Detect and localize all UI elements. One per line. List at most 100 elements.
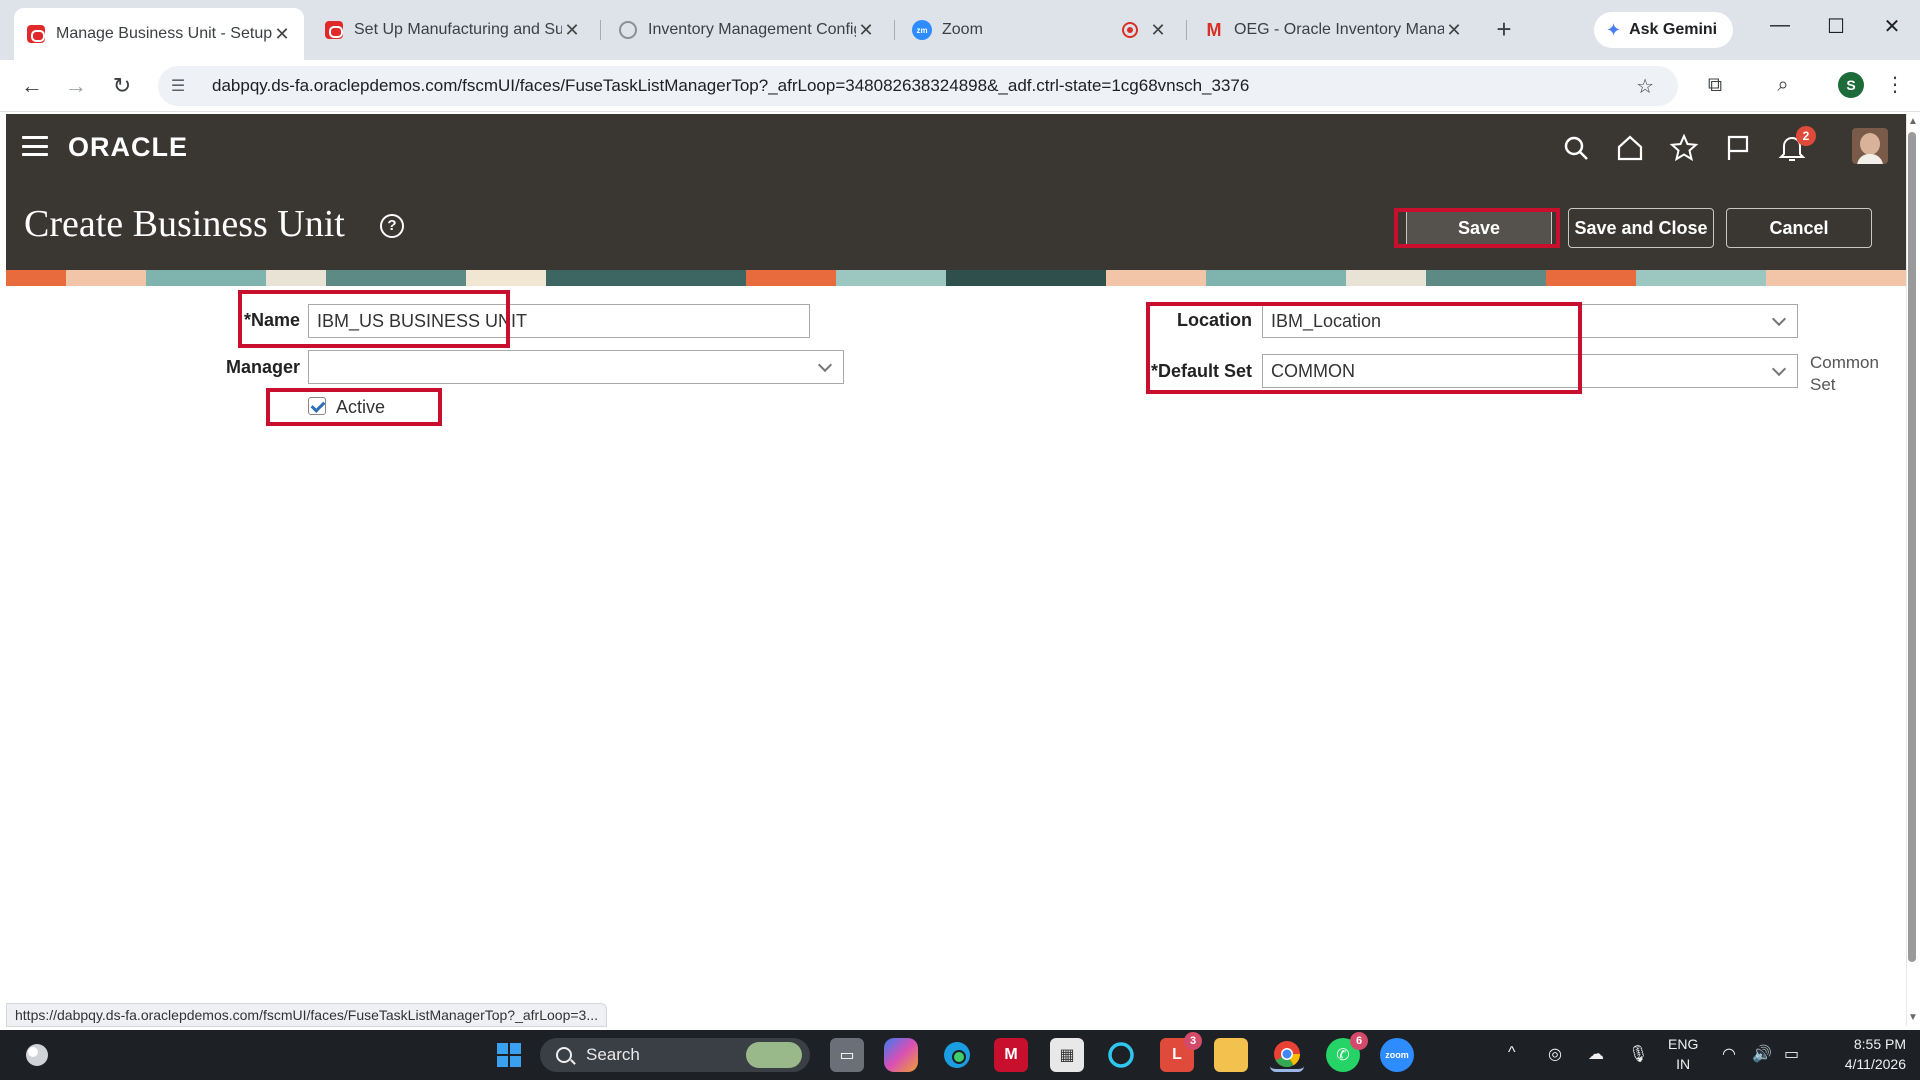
user-avatar[interactable] [1852,128,1888,164]
tab-separator [894,20,895,40]
file-explorer-icon[interactable] [1214,1038,1248,1072]
notification-badge: 3 [1184,1032,1202,1050]
highlight-location-default-set [1146,302,1582,394]
address-url[interactable]: dabpqy.ds-fa.oraclepdemos.com/fscmUI/fac… [212,76,1249,96]
edge-browser-icon[interactable] [940,1038,974,1072]
oracle-logo[interactable]: ORACLE [68,132,188,163]
tab-search-icon[interactable]: ⌕ [1768,70,1798,100]
scrollbar-thumb[interactable] [1908,132,1916,962]
highlight-save-button [1394,208,1560,248]
page-title: Create Business Unit [24,203,345,245]
task-view-icon[interactable]: ▭ [830,1038,864,1072]
profile-avatar[interactable]: S [1838,72,1864,98]
wifi-icon[interactable]: ◠ [1722,1044,1736,1064]
navigator-menu-icon[interactable] [22,136,48,156]
tab-separator [600,20,601,40]
clock-time: 8:55 PM [1853,1036,1906,1052]
close-tab-icon[interactable]: ✕ [1444,20,1464,41]
windows-start-icon[interactable] [492,1038,526,1072]
oracle-icon [324,20,344,40]
close-window-button[interactable]: ✕ [1872,14,1912,39]
cortana-ring-icon[interactable] [1104,1038,1138,1072]
widgets-weather-icon[interactable] [20,1038,54,1072]
default-set-hint: Common Set [1810,353,1879,394]
gemini-icon: ✦ [1606,19,1622,40]
scroll-down-icon[interactable]: ▼ [1907,1012,1919,1023]
cancel-button[interactable]: Cancel [1726,208,1872,248]
mcafee-icon[interactable]: M [994,1038,1028,1072]
home-icon[interactable] [1612,130,1648,166]
chevron-down-icon[interactable] [815,351,835,383]
address-bar[interactable]: ☰ dabpqy.ds-fa.oraclepdemos.com/fscmUI/f… [158,66,1678,106]
save-and-close-button[interactable]: Save and Close [1568,208,1714,248]
windows-taskbar: Search ▭ M ▦ L 3 ✆ 6 zoom ^ ◎ ☁ 🎙 ENG IN… [0,1030,1920,1080]
whatsapp-icon[interactable]: ✆ 6 [1326,1032,1368,1072]
chevron-down-icon[interactable] [1769,355,1789,387]
browser-tab-set-up-manufacturing[interactable]: Set Up Manufacturing and Sup ✕ [312,12,594,48]
watchlist-flag-icon[interactable] [1720,130,1756,166]
new-tab-button[interactable]: + [1488,14,1520,45]
favorites-star-icon[interactable] [1666,130,1702,166]
volume-icon[interactable]: 🔊 [1752,1044,1772,1064]
battery-icon[interactable]: ▭ [1784,1044,1799,1064]
notification-badge: 6 [1350,1032,1368,1050]
copilot-icon[interactable] [884,1038,918,1072]
help-icon[interactable]: ? [380,214,404,238]
language-indicator[interactable]: ENG IN [1668,1034,1698,1074]
globe-icon [618,20,638,40]
browser-tabstrip: Manage Business Unit - Setup ✕ Set Up Ma… [0,0,1920,60]
maximize-window-button[interactable]: ☐ [1816,14,1856,39]
close-tab-icon[interactable]: ✕ [1148,20,1168,41]
search-highlight-image [746,1042,802,1068]
browser-tab-oeg-gmail[interactable]: M OEG - Oracle Inventory Manag ✕ [1192,12,1476,48]
decorative-banner [6,270,1906,286]
bookmark-star-icon[interactable]: ☆ [1636,74,1654,99]
language-primary: ENG [1668,1036,1699,1052]
close-tab-icon[interactable]: ✕ [562,20,582,41]
show-hidden-icons-chevron[interactable]: ^ [1508,1044,1516,1062]
zoom-app-icon[interactable]: zoom [1380,1038,1414,1072]
reload-button[interactable]: ↻ [106,70,138,102]
language-secondary: IN [1676,1056,1691,1072]
chrome-icon[interactable] [1270,1038,1304,1072]
office-l-app-icon[interactable]: L 3 [1160,1032,1202,1072]
manager-select[interactable] [308,350,844,384]
browser-tab-manage-business-unit[interactable]: Manage Business Unit - Setup ✕ [14,8,304,60]
back-button[interactable]: ← [16,70,48,102]
browser-tab-zoom[interactable]: zm Zoom ✕ [900,12,1180,48]
browser-tab-inventory-management[interactable]: Inventory Management Config ✕ [606,12,888,48]
minimize-window-button[interactable]: — [1760,14,1800,37]
search-icon [556,1047,572,1063]
close-tab-icon[interactable]: ✕ [856,20,876,41]
chevron-down-icon[interactable] [1769,305,1789,337]
ask-gemini-label: Ask Gemini [1629,21,1718,38]
status-url-tooltip: https://dabpqy.ds-fa.oraclepdemos.com/fs… [6,1003,607,1027]
notification-count-badge: 2 [1796,126,1816,146]
onedrive-cloud-icon[interactable]: ☁ [1588,1044,1604,1064]
taskbar-search-label: Search [586,1045,640,1064]
oracle-header: ORACLE 2 Create Business Unit ? Save Sav… [6,114,1906,270]
site-settings-icon[interactable]: ☰ [166,76,190,96]
close-tab-icon[interactable]: ✕ [272,24,292,45]
tab-separator [1186,20,1187,40]
highlight-name-field [238,290,510,348]
tab-title: Inventory Management Config [648,21,856,38]
notifications-bell-icon[interactable]: 2 [1774,126,1816,166]
security-tray-icon[interactable]: ◎ [1548,1044,1562,1064]
browser-menu-icon[interactable]: ⋮ [1880,70,1910,100]
tab-title: Set Up Manufacturing and Sup [354,21,562,38]
microphone-icon[interactable]: 🎙 [1628,1044,1648,1064]
ask-gemini-button[interactable]: ✦ Ask Gemini [1594,12,1734,48]
highlight-active-checkbox [266,388,442,426]
microsoft-store-icon[interactable]: ▦ [1050,1038,1084,1072]
scroll-up-icon[interactable]: ▲ [1907,116,1919,127]
system-clock[interactable]: 8:55 PM 4/11/2026 [1826,1034,1906,1074]
extensions-icon[interactable]: ⧉ [1700,70,1730,100]
recording-icon [1122,22,1138,38]
tab-title: OEG - Oracle Inventory Manag [1234,21,1444,38]
search-icon[interactable] [1558,130,1594,166]
forward-button[interactable]: → [60,70,92,102]
zoom-icon: zm [912,20,932,40]
taskbar-search[interactable]: Search [540,1038,810,1072]
manager-label: Manager [225,357,300,377]
